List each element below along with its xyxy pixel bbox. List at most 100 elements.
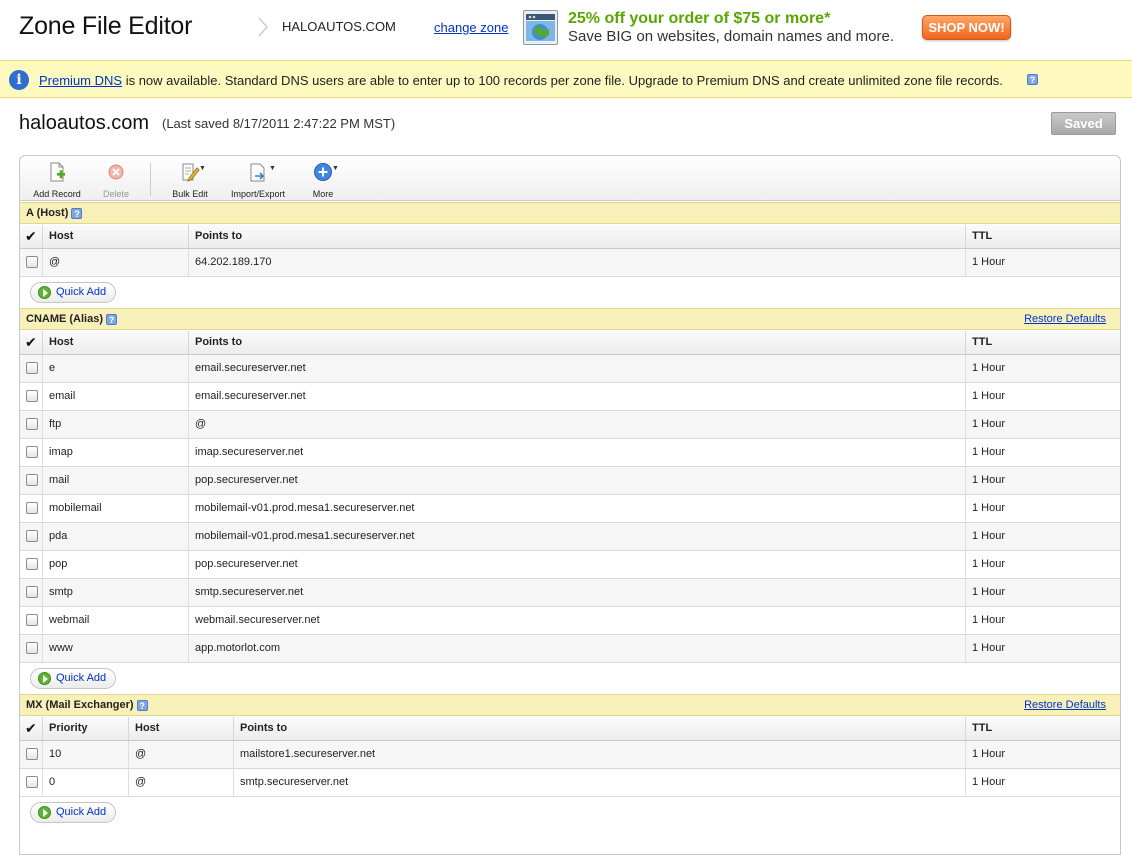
column-header-ttl[interactable]: TTL <box>965 331 1120 354</box>
restore-defaults-link[interactable]: Restore Defaults <box>1024 699 1106 711</box>
priority-cell: 10 <box>42 741 128 768</box>
host-cell: mobilemail <box>42 495 188 522</box>
quick-add-label: Quick Add <box>56 672 107 684</box>
ttl-cell: 1 Hour <box>965 769 1120 796</box>
quick-add-button[interactable]: Quick Add <box>30 802 116 823</box>
cname-section-title: CNAME (Alias) ? <box>26 313 118 325</box>
table-row[interactable]: pda mobilemail-v01.prod.mesa1.secureserve… <box>20 523 1120 551</box>
table-row[interactable]: e email.secureserver.net 1 Hour <box>20 355 1120 383</box>
delete-button[interactable]: Delete <box>93 162 139 199</box>
row-checkbox[interactable] <box>26 776 38 788</box>
table-row[interactable]: www app.motorlot.com 1 Hour <box>20 635 1120 663</box>
info-icon: i <box>9 70 29 90</box>
row-checkbox[interactable] <box>26 418 38 430</box>
ttl-cell: 1 Hour <box>965 741 1120 768</box>
column-header-host[interactable]: Host <box>42 225 188 248</box>
import-export-dropdown-icon[interactable]: ▼ <box>269 165 276 172</box>
row-checkbox[interactable] <box>26 502 38 514</box>
table-row[interactable]: mobilemail mobilemail-v01.prod.mesa1.secu… <box>20 495 1120 523</box>
promo-subline[interactable]: Save BIG on websites, domain names and m… <box>568 28 894 45</box>
a-host-title-text: A (Host) <box>26 207 69 219</box>
add-record-icon <box>50 162 65 182</box>
help-icon[interactable]: ? <box>106 313 118 325</box>
toolbar-separator <box>150 163 151 196</box>
row-checkbox[interactable] <box>26 586 38 598</box>
quick-add-button[interactable]: Quick Add <box>30 282 116 303</box>
select-all-checkmark-icon[interactable]: ✔ <box>25 228 37 245</box>
host-cell: imap <box>42 439 188 466</box>
table-row[interactable]: imap imap.secureserver.net 1 Hour <box>20 439 1120 467</box>
row-checkbox[interactable] <box>26 558 38 570</box>
table-row[interactable]: email email.secureserver.net 1 Hour <box>20 383 1120 411</box>
points-to-cell: pop.secureserver.net <box>188 467 965 494</box>
table-row[interactable]: pop pop.secureserver.net 1 Hour <box>20 551 1120 579</box>
ttl-cell: 1 Hour <box>965 439 1120 466</box>
ttl-cell: 1 Hour <box>965 607 1120 634</box>
help-icon[interactable]: ? <box>1027 74 1038 85</box>
points-to-cell: smtp.secureserver.net <box>233 769 965 796</box>
ttl-cell: 1 Hour <box>965 411 1120 438</box>
restore-defaults-link[interactable]: Restore Defaults <box>1024 313 1106 325</box>
quick-add-button[interactable]: Quick Add <box>30 668 116 689</box>
column-header-points-to[interactable]: Points to <box>188 331 965 354</box>
select-all-checkmark-icon[interactable]: ✔ <box>25 720 37 737</box>
promo-monitor-icon[interactable] <box>523 10 558 45</box>
premium-dns-link[interactable]: Premium DNS <box>39 73 122 88</box>
column-header-points-to[interactable]: Points to <box>233 717 965 740</box>
table-row[interactable]: @ 64.202.189.170 1 Hour <box>20 249 1120 277</box>
row-checkbox[interactable] <box>26 642 38 654</box>
points-to-cell: mobilemail-v01.prod.mesa1.secureserver.n… <box>188 523 965 550</box>
toolbar: Add Record Delete Bulk Edit ▼ Import/Exp… <box>20 156 1120 201</box>
points-to-cell: email.secureserver.net <box>188 355 965 382</box>
row-checkbox[interactable] <box>26 446 38 458</box>
table-row[interactable]: 10 @ mailstore1.secureserver.net 1 Hour <box>20 741 1120 769</box>
row-checkbox[interactable] <box>26 362 38 374</box>
table-row[interactable]: ftp @1 Hour <box>20 411 1120 439</box>
add-record-button[interactable]: Add Record <box>32 162 82 199</box>
host-cell: @ <box>42 249 188 276</box>
change-zone-link[interactable]: change zone <box>434 20 508 35</box>
promo-headline[interactable]: 25% off your order of $75 or more* <box>568 10 830 28</box>
quick-add-label: Quick Add <box>56 806 107 818</box>
column-header-host[interactable]: Host <box>42 331 188 354</box>
delete-label: Delete <box>102 189 129 199</box>
host-cell: @ <box>128 741 233 768</box>
table-row[interactable]: 0 @ smtp.secureserver.net 1 Hour <box>20 769 1120 797</box>
import-export-button[interactable]: Import/Export <box>226 162 290 199</box>
help-icon[interactable]: ? <box>136 699 148 711</box>
table-row[interactable]: mail pop.secureserver.net 1 Hour <box>20 467 1120 495</box>
row-checkbox[interactable] <box>26 256 38 268</box>
table-row[interactable]: smtp smtp.secureserver.net 1 Hour <box>20 579 1120 607</box>
shop-now-button[interactable]: SHOP NOW! <box>922 15 1011 40</box>
host-cell: email <box>42 383 188 410</box>
points-to-cell: imap.secureserver.net <box>188 439 965 466</box>
premium-dns-banner: i Premium DNS is now available. Standard… <box>0 60 1132 98</box>
column-header-priority[interactable]: Priority <box>42 717 128 740</box>
row-checkbox[interactable] <box>26 530 38 542</box>
row-checkbox[interactable] <box>26 390 38 402</box>
cname-title-text: CNAME (Alias) <box>26 313 104 325</box>
ttl-cell: 1 Hour <box>965 523 1120 550</box>
row-checkbox[interactable] <box>26 748 38 760</box>
column-header-points-to[interactable]: Points to <box>188 225 965 248</box>
row-checkbox[interactable] <box>26 614 38 626</box>
table-row[interactable]: webmail webmail.secureserver.net 1 Hour <box>20 607 1120 635</box>
ttl-cell: 1 Hour <box>965 635 1120 662</box>
bulk-edit-dropdown-icon[interactable]: ▼ <box>199 165 206 172</box>
saved-button[interactable]: Saved <box>1051 112 1116 135</box>
column-header-host[interactable]: Host <box>128 717 233 740</box>
help-icon[interactable]: ? <box>71 207 83 219</box>
host-cell: mail <box>42 467 188 494</box>
column-header-ttl[interactable]: TTL <box>965 717 1120 740</box>
row-checkbox[interactable] <box>26 474 38 486</box>
zone-editor-panel: Add Record Delete Bulk Edit ▼ Import/Exp… <box>19 155 1121 855</box>
ttl-cell: 1 Hour <box>965 579 1120 606</box>
host-cell: smtp <box>42 579 188 606</box>
column-header-ttl[interactable]: TTL <box>965 225 1120 248</box>
bulk-edit-button[interactable]: Bulk Edit <box>166 162 214 199</box>
import-export-label: Import/Export <box>230 189 286 199</box>
host-cell: pop <box>42 551 188 578</box>
select-all-checkmark-icon[interactable]: ✔ <box>25 334 37 351</box>
add-record-label: Add Record <box>33 189 81 199</box>
more-dropdown-icon[interactable]: ▼ <box>332 165 339 172</box>
